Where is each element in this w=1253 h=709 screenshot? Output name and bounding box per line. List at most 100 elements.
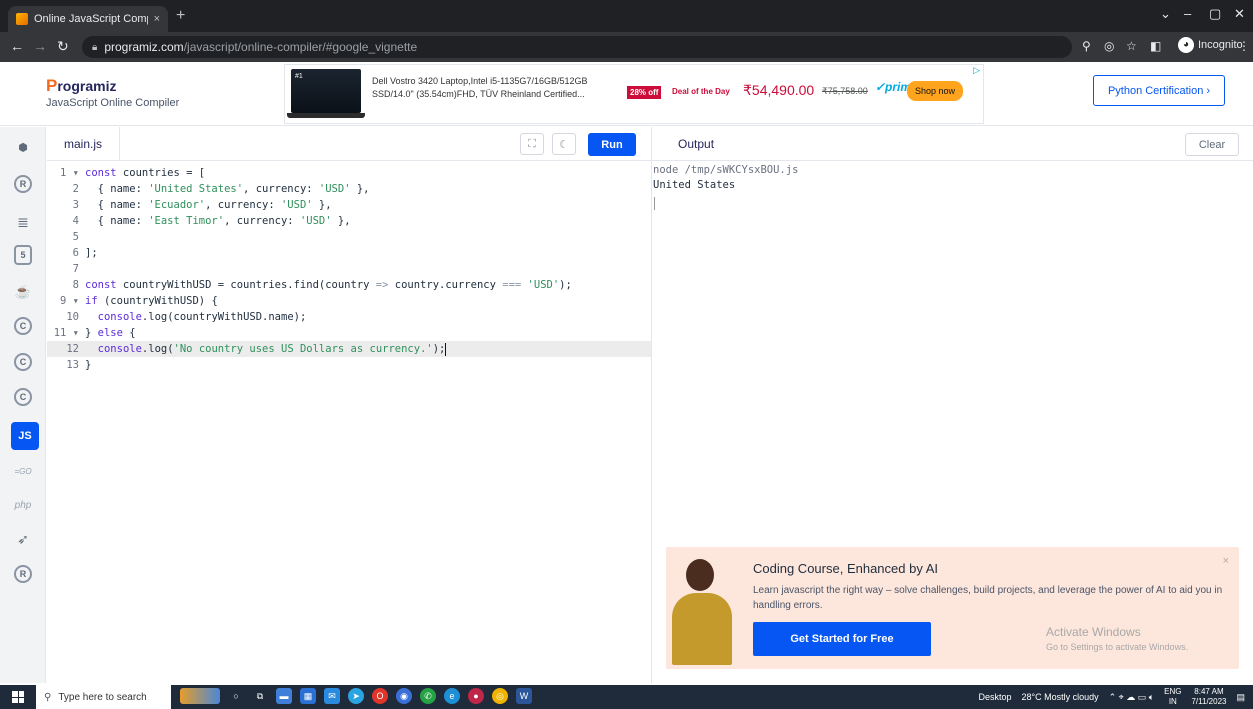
reload-icon[interactable]: ↻ [57,38,69,55]
task-view-icon[interactable]: ⧉ [252,688,268,704]
code-editor[interactable]: 1 ▾ const countries = [2 { name: 'United … [47,161,651,683]
tab-search-icon[interactable]: ⌄ [1160,6,1171,22]
word-icon[interactable]: W [516,688,532,704]
line-number: 9 ▾ [60,295,79,307]
activate-windows-watermark: Activate Windows Go to Settings to activ… [1046,625,1189,652]
code-text[interactable]: console.log(countryWithUSD.name); [85,309,307,325]
code-text[interactable]: } [85,357,91,373]
code-line[interactable]: 4 { name: 'East Timor', currency: 'USD' … [47,213,651,229]
code-line[interactable]: 11 ▾} else { [47,325,651,341]
minimize-button[interactable]: – [1184,6,1191,21]
edge-icon[interactable]: e [444,688,460,704]
bookmark-star-icon[interactable]: ☆ [1126,39,1137,53]
calendar-icon[interactable]: ▦ [300,688,316,704]
mail-icon[interactable]: ✉ [324,688,340,704]
sql-icon[interactable]: ≣ [11,210,35,234]
taskbar-search[interactable]: ⚲ Type here to search [36,685,171,709]
javascript-icon[interactable]: JS [11,422,39,450]
incognito-indicator[interactable]: ◕ Incognito [1178,37,1243,53]
pane-divider[interactable] [651,127,652,683]
cpp-icon[interactable]: C [14,353,32,371]
telegram-icon[interactable]: ➤ [348,688,364,704]
tracking-protection-icon[interactable]: ◎ [1104,39,1114,53]
programiz-logo[interactable]: Programiz [46,76,116,96]
app-icon[interactable]: ◉ [396,688,412,704]
php-icon[interactable]: php [11,493,35,517]
code-text[interactable]: { name: 'East Timor', currency: 'USD' }, [85,213,351,229]
code-text[interactable]: ]; [85,245,98,261]
url-bar[interactable]: 🔒︎ programiz.com/javascript/online-compi… [82,36,1072,58]
clock[interactable]: 8:47 AM 7/11/2023 [1191,687,1226,707]
code-text[interactable]: const countryWithUSD = countries.find(co… [85,277,572,293]
news-widget-icon[interactable] [180,688,220,704]
amazon-ad-banner[interactable]: #1 Dell Vostro 3420 Laptop,Intel i5-1135… [284,64,984,124]
tab-close-icon[interactable]: × [154,13,160,25]
code-line[interactable]: 13} [47,357,651,373]
browser-tab[interactable]: Online JavaScript Compiler (Edit × [8,6,168,32]
new-tab-button[interactable]: + [176,7,185,25]
back-arrow-icon[interactable]: ← [10,38,24,54]
code-line[interactable]: 8 const countryWithUSD = countries.find(c… [47,277,651,293]
java-icon[interactable]: ☕ [11,280,35,304]
line-number: 4 [72,215,79,227]
ad-description: Dell Vostro 3420 Laptop,Intel i5-1135G7/… [372,76,588,99]
promo-close-icon[interactable]: × [1223,555,1229,567]
code-line[interactable]: 1 ▾ const countries = [ [47,165,651,181]
r-icon[interactable]: R [14,175,32,193]
go-icon[interactable]: =GO [11,459,35,483]
clear-button[interactable]: Clear [1185,133,1239,156]
app-red-icon[interactable]: ● [468,688,484,704]
code-line[interactable]: 6]; [47,245,651,261]
whatsapp-icon[interactable]: ✆ [420,688,436,704]
side-panel-icon[interactable]: ◧ [1150,39,1161,53]
desktop-toolbar[interactable]: Desktop [978,692,1011,702]
ad-original-price: ₹75,758.00 [822,86,868,96]
weather-widget[interactable]: 28°C Mostly cloudy [1021,692,1098,702]
code-text[interactable]: const countries = [ [85,165,205,181]
browser-menu-icon[interactable]: ⋮ [1238,39,1250,53]
windows-start-icon[interactable] [12,691,24,703]
code-line[interactable]: 5 [47,229,651,245]
code-line[interactable]: 3 { name: 'Ecuador', currency: 'USD' }, [47,197,651,213]
zoom-icon[interactable]: ⚲ [1082,39,1091,53]
restore-button[interactable]: ▢ [1209,6,1221,22]
code-text[interactable]: } else { [85,325,136,341]
code-text[interactable]: if (countryWithUSD) { [85,293,218,309]
swift-icon[interactable]: ➶ [11,527,35,551]
code-line[interactable]: 2 { name: 'United States', currency: 'US… [47,181,651,197]
code-line[interactable]: 9 ▾ if (countryWithUSD) { [47,293,651,309]
shop-now-button[interactable]: Shop now [907,81,964,101]
get-started-button[interactable]: Get Started for Free [753,622,931,656]
url-path: /javascript/online-compiler/#google_vign… [183,40,418,54]
language-indicator[interactable]: ENG IN [1164,687,1181,707]
code-line[interactable]: 10 console.log(countryWithUSD.name); [47,309,651,325]
close-window-button[interactable]: ✕ [1234,6,1245,22]
code-text[interactable]: { name: 'United States', currency: 'USD'… [85,181,370,197]
c-icon[interactable]: C [14,317,32,335]
code-text[interactable]: { name: 'Ecuador', currency: 'USD' }, [85,197,332,213]
browser-chrome: Online JavaScript Compiler (Edit × + ⌄ –… [0,0,1253,62]
csharp-icon[interactable]: C [14,388,32,406]
code-line[interactable]: 12 console.log('No country uses US Dolla… [47,341,651,357]
cortana-icon[interactable]: ○ [228,688,244,704]
python-certification-button[interactable]: Python Certification › [1093,75,1225,106]
dark-mode-moon-icon[interactable]: ☾ [552,133,576,155]
file-tab-main-js[interactable]: main.js [47,127,120,161]
line-number: 2 [72,183,79,195]
file-explorer-icon[interactable]: ▬ [276,688,292,704]
code-line[interactable]: 7 [47,261,651,277]
tray-icons[interactable]: ⌃ ⌖ ☁ ▭ 🔈︎ [1109,692,1155,703]
code-text[interactable]: console.log('No country uses US Dollars … [85,341,447,357]
fullscreen-icon[interactable]: ⛶ [520,133,544,155]
rust-icon[interactable]: R [14,565,32,583]
html-icon[interactable]: 5 [14,245,32,265]
chrome-icon[interactable]: ◎ [492,688,508,704]
notifications-icon[interactable]: ▤ [1236,692,1245,703]
output-console[interactable]: node /tmp/sWKCYsxBOU.js United States [653,163,798,193]
incognito-label: Incognito [1198,39,1243,51]
run-button[interactable]: Run [588,133,636,156]
adchoices-icon[interactable]: ▷ [973,65,980,76]
python-icon[interactable]: ⬢ [11,135,35,159]
forward-arrow-icon[interactable]: → [33,38,47,54]
opera-icon[interactable]: O [372,688,388,704]
